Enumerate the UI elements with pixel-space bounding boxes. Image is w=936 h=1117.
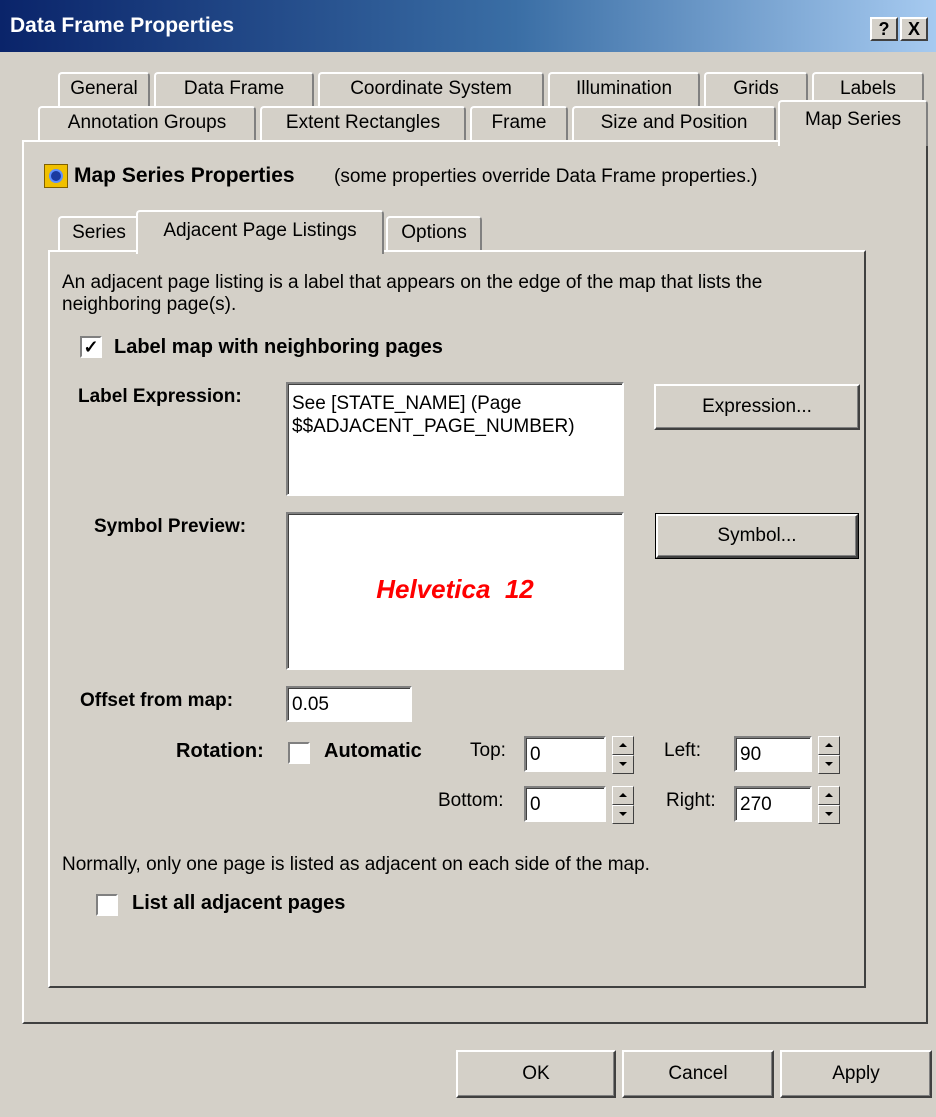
bottom-input[interactable]: 0 xyxy=(524,786,606,822)
left-value: 90 xyxy=(740,744,762,765)
offset-value: 0.05 xyxy=(292,694,329,715)
right-spinner[interactable] xyxy=(818,786,840,824)
map-series-note: (some properties override Data Frame pro… xyxy=(334,166,758,187)
tab-general[interactable]: General xyxy=(58,72,150,106)
symbol-button[interactable]: Symbol... xyxy=(655,513,859,559)
label-map-checkbox[interactable]: ✓ xyxy=(80,336,102,358)
top-label: Top: xyxy=(470,740,506,761)
tab-illumination[interactable]: Illumination xyxy=(548,72,700,106)
right-spin-up[interactable] xyxy=(818,786,840,805)
map-series-icon xyxy=(44,164,68,188)
map-series-title: Map Series Properties xyxy=(74,164,295,187)
top-input[interactable]: 0 xyxy=(524,736,606,772)
left-spin-up[interactable] xyxy=(818,736,840,755)
top-value: 0 xyxy=(530,744,541,765)
automatic-checkbox[interactable] xyxy=(288,742,310,764)
symbol-preview-box: Helvetica 12 xyxy=(286,512,624,670)
tab-frame[interactable]: Frame xyxy=(470,106,568,140)
subtab-series[interactable]: Series xyxy=(58,216,140,250)
subtab-adjacent-page-listings[interactable]: Adjacent Page Listings xyxy=(136,210,384,254)
symbol-preview-label: Symbol Preview: xyxy=(94,516,247,537)
right-input[interactable]: 270 xyxy=(734,786,812,822)
normally-text: Normally, only one page is listed as adj… xyxy=(62,854,650,875)
label-map-label: Label map with neighboring pages xyxy=(114,336,443,358)
label-expression-label: Label Expression: xyxy=(78,386,242,407)
left-spinner[interactable] xyxy=(818,736,840,774)
top-spin-down[interactable] xyxy=(612,755,634,774)
tab-data-frame[interactable]: Data Frame xyxy=(154,72,314,106)
top-spinner[interactable] xyxy=(612,736,634,774)
tab-size-and-position[interactable]: Size and Position xyxy=(572,106,776,140)
list-all-label: List all adjacent pages xyxy=(132,892,346,914)
right-label: Right: xyxy=(666,790,716,811)
window-title: Data Frame Properties xyxy=(10,14,235,37)
right-spin-down[interactable] xyxy=(818,805,840,824)
offset-input[interactable]: 0.05 xyxy=(286,686,412,722)
offset-label: Offset from map: xyxy=(80,690,234,711)
close-button[interactable]: X xyxy=(900,17,928,41)
symbol-preview-text: Helvetica 12 xyxy=(376,574,534,604)
bottom-spinner[interactable] xyxy=(612,786,634,824)
subtab-options[interactable]: Options xyxy=(386,216,482,250)
left-input[interactable]: 90 xyxy=(734,736,812,772)
tab-map-series[interactable]: Map Series xyxy=(778,100,928,146)
right-value: 270 xyxy=(740,794,772,815)
expression-button[interactable]: Expression... xyxy=(654,384,860,430)
list-all-checkbox[interactable] xyxy=(96,894,118,916)
tab-extent-rectangles[interactable]: Extent Rectangles xyxy=(260,106,466,140)
tab-coordinate-system[interactable]: Coordinate System xyxy=(318,72,544,106)
bottom-value: 0 xyxy=(530,794,541,815)
description-text: An adjacent page listing is a label that… xyxy=(62,272,763,315)
top-spin-up[interactable] xyxy=(612,736,634,755)
label-expression-field[interactable]: See [STATE_NAME] (Page $$ADJACENT_PAGE_N… xyxy=(286,382,624,496)
rotation-label: Rotation: xyxy=(176,740,264,762)
help-button[interactable]: ? xyxy=(870,17,898,41)
bottom-label: Bottom: xyxy=(438,790,504,811)
left-label: Left: xyxy=(664,740,701,761)
cancel-button[interactable]: Cancel xyxy=(622,1050,774,1098)
automatic-label: Automatic xyxy=(324,740,422,762)
bottom-spin-up[interactable] xyxy=(612,786,634,805)
ok-button[interactable]: OK xyxy=(456,1050,616,1098)
label-expression-text: See [STATE_NAME] (Page $$ADJACENT_PAGE_N… xyxy=(292,393,575,437)
left-spin-down[interactable] xyxy=(818,755,840,774)
apply-button[interactable]: Apply xyxy=(780,1050,932,1098)
tab-annotation-groups[interactable]: Annotation Groups xyxy=(38,106,256,140)
bottom-spin-down[interactable] xyxy=(612,805,634,824)
